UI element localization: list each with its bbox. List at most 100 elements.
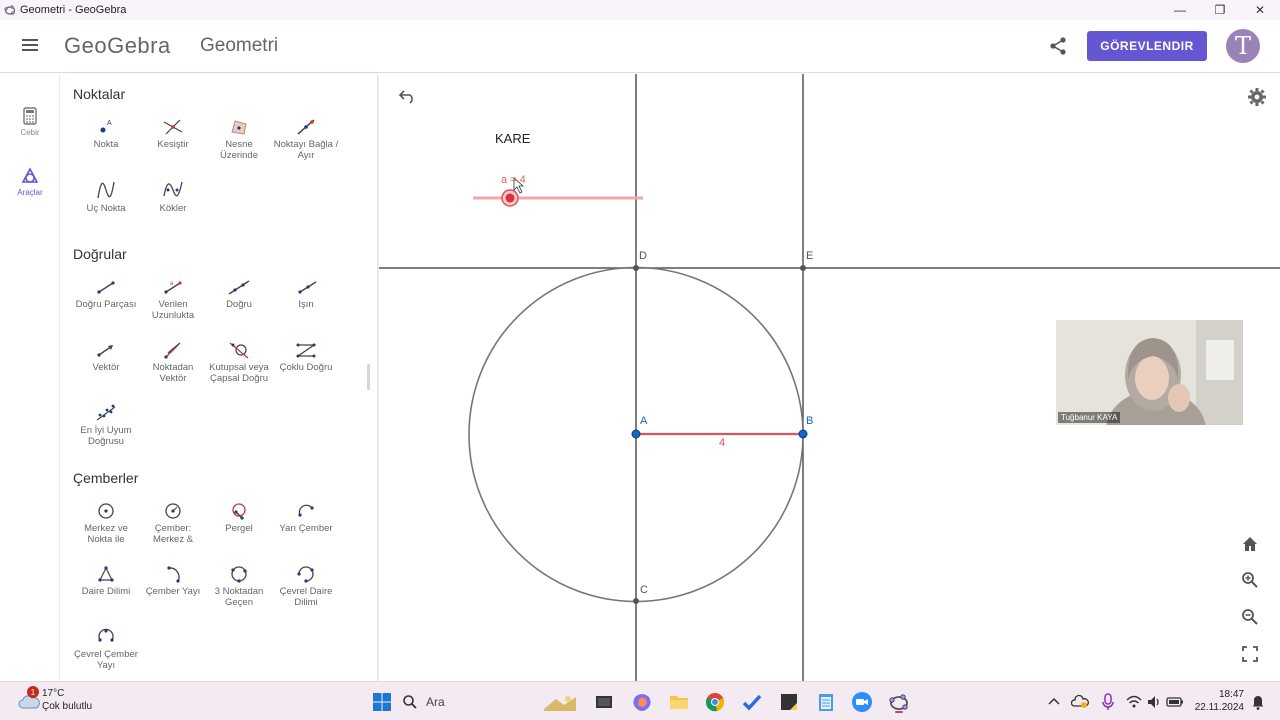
line-tool-icon	[228, 280, 250, 295]
circumcircular-sector-icon	[297, 566, 314, 583]
search-icon	[403, 695, 417, 709]
tool-label: Daire Dilimi	[81, 586, 131, 597]
tool-circle-center-radius[interactable]: Çember: Merkez &	[140, 502, 206, 545]
undo-icon[interactable]	[398, 88, 418, 104]
text-object-kare[interactable]: KARE	[495, 131, 530, 146]
tool-label: Merkez ve Nokta ile	[84, 523, 128, 545]
label-point-d: D	[639, 250, 647, 262]
tool-label: Kökler	[159, 203, 187, 214]
tool-roots[interactable]: Kökler	[140, 180, 206, 214]
task-view-icon[interactable]	[593, 691, 615, 713]
todo-check-icon[interactable]	[741, 691, 763, 713]
tool-attach-detach[interactable]: Noktayı Bağla / Ayır	[273, 118, 339, 161]
minimize-button[interactable]: —	[1160, 0, 1200, 20]
segment-tool-icon	[97, 281, 115, 294]
tool-label: Doğru Parçası	[75, 299, 137, 310]
home-icon[interactable]	[1241, 535, 1259, 553]
tools-scrollbar[interactable]	[367, 364, 370, 390]
user-avatar[interactable]: T	[1226, 29, 1260, 63]
tool-vector[interactable]: Vektör	[73, 341, 139, 373]
sticky-notes-icon[interactable]	[778, 691, 800, 713]
polyline-tool-icon	[295, 343, 317, 358]
slider-knob	[505, 193, 515, 203]
point-d	[633, 265, 639, 271]
tool-circular-arc[interactable]: Çember Yayı	[140, 565, 206, 597]
intersect-tool-icon	[163, 119, 183, 135]
tool-circumcircular-sector[interactable]: Çevrel Daire Dilimi	[273, 565, 339, 608]
wifi-icon[interactable]	[1126, 691, 1142, 713]
zoom-app-icon[interactable]	[851, 691, 873, 713]
roots-tool-icon	[163, 181, 183, 197]
geogebra-taskbar-icon[interactable]	[888, 691, 910, 713]
maximize-button[interactable]: ❐	[1200, 0, 1240, 20]
tray-overflow-chevron-icon[interactable]	[1046, 691, 1062, 713]
semicircle-icon	[298, 504, 314, 517]
tool-polar-line[interactable]: Kutupsal veya Çapsal Doğru	[206, 341, 272, 384]
volume-icon[interactable]	[1146, 691, 1162, 713]
notifications-bell-icon[interactable]	[1250, 691, 1266, 713]
rail-item-label: Araçlar	[17, 188, 43, 197]
circle-three-points-icon	[231, 566, 247, 583]
point-b	[798, 429, 808, 439]
tool-label: Çevrel Çember Yayı	[74, 649, 138, 671]
tool-segment-fixed-length[interactable]: a Verilen Uzunlukta	[140, 278, 206, 321]
search-highlight-icon[interactable]	[542, 691, 578, 713]
assign-button[interactable]: GÖREVLENDIR	[1087, 31, 1207, 61]
point-on-object-icon	[231, 120, 247, 135]
windows-start-icon[interactable]	[371, 691, 393, 713]
settings-gear-icon[interactable]	[1247, 87, 1267, 107]
tool-ray[interactable]: Işın	[273, 278, 339, 310]
point-tool-icon: A	[100, 120, 112, 133]
webcam-participant-name: Tuğbanur KAYA	[1058, 412, 1121, 423]
geogebra-logo: GeoGebra	[64, 33, 171, 58]
clock-date: 22.11.2024	[1194, 702, 1244, 713]
app-name: Geometri	[200, 35, 279, 56]
hamburger-menu-icon[interactable]	[18, 36, 42, 58]
tool-polyline[interactable]: Çoklu Doğru	[273, 341, 339, 373]
circular-arc-icon	[167, 566, 180, 583]
circumcircular-arc-icon	[98, 628, 114, 642]
tool-compass[interactable]: Pergel	[206, 502, 272, 534]
tool-label: Kutupsal veya Çapsal Doğru	[209, 362, 269, 384]
tool-vector-from-point[interactable]: Noktadan Vektör	[140, 341, 206, 384]
window-title: Geometri - GeoGebra	[20, 4, 127, 16]
tool-line[interactable]: Doğru	[206, 278, 272, 310]
tool-label: Çember: Merkez &	[152, 523, 194, 545]
tool-point[interactable]: A Nokta	[73, 118, 139, 150]
taskbar-clock[interactable]: 18:47 22.11.2024	[1188, 688, 1244, 714]
tool-semicircle[interactable]: Yarı Çember	[273, 502, 339, 534]
notepad-icon[interactable]	[815, 691, 837, 713]
window-titlebar: Geometri - GeoGebra — ❐ ✕	[0, 0, 1280, 20]
chrome-icon[interactable]	[704, 691, 726, 713]
zoom-in-icon[interactable]	[1241, 571, 1259, 589]
onedrive-cloud-icon[interactable]	[1071, 691, 1089, 713]
tools-panel: Noktalar A Nokta Kesiştir Nesne Üzerinde…	[61, 74, 378, 681]
tool-circular-sector[interactable]: Daire Dilimi	[73, 565, 139, 597]
tool-label: Kesiştir	[157, 139, 189, 150]
circle-center-point-icon	[98, 503, 114, 519]
tool-circle-center-point[interactable]: Merkez ve Nokta ile	[73, 502, 139, 545]
share-icon[interactable]	[1046, 34, 1070, 58]
close-button[interactable]: ✕	[1240, 0, 1280, 20]
zoom-out-icon[interactable]	[1241, 608, 1259, 626]
file-explorer-icon[interactable]	[668, 691, 690, 713]
tool-segment[interactable]: Doğru Parçası	[73, 278, 139, 310]
circle-center-radius-icon	[165, 503, 181, 519]
copilot-icon[interactable]	[631, 691, 653, 713]
tool-circumcircular-arc[interactable]: Çevrel Çember Yayı	[73, 628, 139, 671]
rail-item-tools[interactable]: Araçlar	[0, 167, 60, 197]
webcam-overlay: Tuğbanur KAYA	[1056, 320, 1243, 425]
tool-label: Nesne Üzerinde	[219, 139, 259, 161]
label-point-a: A	[640, 415, 648, 427]
tool-best-fit-line[interactable]: En İyi Uyum Doğrusu	[73, 404, 139, 447]
fullscreen-icon[interactable]	[1242, 646, 1258, 662]
tool-point-on-object[interactable]: Nesne Üzerinde	[206, 118, 272, 161]
tool-extremum[interactable]: Uç Nokta	[73, 180, 139, 214]
tool-intersect[interactable]: Kesiştir	[140, 118, 206, 150]
weather-description: Çok bulutlu	[42, 701, 93, 712]
tool-circle-three-points[interactable]: 3 Noktadan Geçen	[206, 565, 272, 608]
circular-sector-icon	[98, 566, 114, 582]
battery-icon[interactable]	[1166, 691, 1184, 713]
rail-item-algebra[interactable]: Cebir	[0, 107, 60, 137]
microphone-icon[interactable]	[1100, 691, 1116, 713]
